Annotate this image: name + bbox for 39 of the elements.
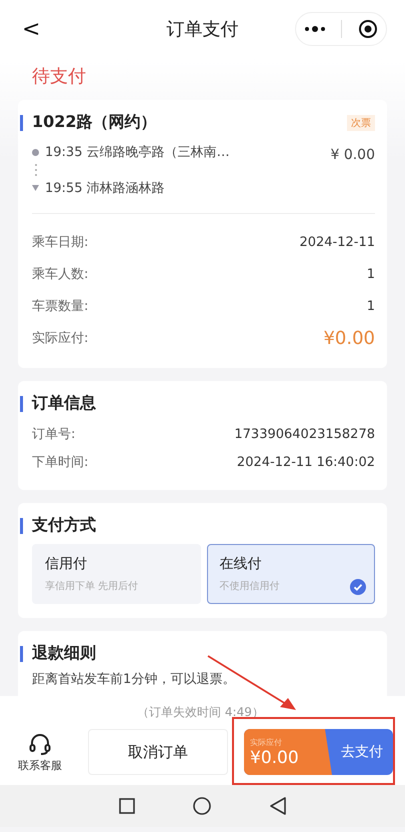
route-name: 1022路（网约） <box>32 112 157 133</box>
back-triangle-icon[interactable] <box>270 797 286 815</box>
pay-button[interactable]: 实际应付 ¥0.00 去支付 <box>244 729 393 775</box>
field-label: 乘车人数: <box>32 266 88 283</box>
more-icon[interactable] <box>304 26 326 32</box>
field-label: 订单号: <box>32 426 76 443</box>
ticket-type-tag: 次票 <box>347 114 375 130</box>
section-title: 订单信息 <box>32 393 96 414</box>
check-icon <box>350 579 366 595</box>
field-label: 下单时间: <box>32 454 88 471</box>
section-title: 支付方式 <box>32 515 96 536</box>
section-title: 退款细则 <box>32 643 96 664</box>
refund-rule-text: 距离首站发车前1分钟，可以退票。 <box>32 671 236 688</box>
dotted-connector-icon <box>34 163 38 177</box>
ticket-price: ¥ 0.00 <box>330 147 375 163</box>
field-value: 17339064023158278 <box>234 426 375 442</box>
triangle-icon <box>32 185 39 191</box>
headset-icon <box>28 732 52 756</box>
dot-icon <box>32 148 39 156</box>
back-button[interactable]: < <box>22 16 40 42</box>
field-value: 2024-12-11 16:40:02 <box>236 454 375 470</box>
support-button[interactable]: 联系客服 <box>8 732 72 772</box>
field-value: ¥0.00 <box>323 328 375 348</box>
payment-option[interactable]: 信用付 享信用下单 先用后付 <box>32 544 200 604</box>
home-circle-icon[interactable] <box>193 797 212 815</box>
payment-option[interactable]: 在线付 不使用信用付 <box>206 544 375 604</box>
field-label: 乘车日期: <box>32 234 88 251</box>
field-label: 车票数量: <box>32 298 88 315</box>
square-nav-icon[interactable] <box>119 798 136 814</box>
cancel-order-button[interactable]: 取消订单 <box>88 729 228 775</box>
order-status: 待支付 <box>31 65 87 89</box>
field-value: 1 <box>366 266 375 282</box>
stop-text: 19:55 沛林路涵林路 <box>45 180 165 197</box>
field-value: 2024-12-11 <box>299 234 375 250</box>
field-label: 实际应付: <box>32 330 88 347</box>
close-target-icon[interactable] <box>358 19 378 39</box>
stop-text: 19:35 云绵路晚亭路（三林南… <box>45 144 230 161</box>
page-title: 订单支付 <box>166 18 238 41</box>
field-value: 1 <box>366 298 375 314</box>
